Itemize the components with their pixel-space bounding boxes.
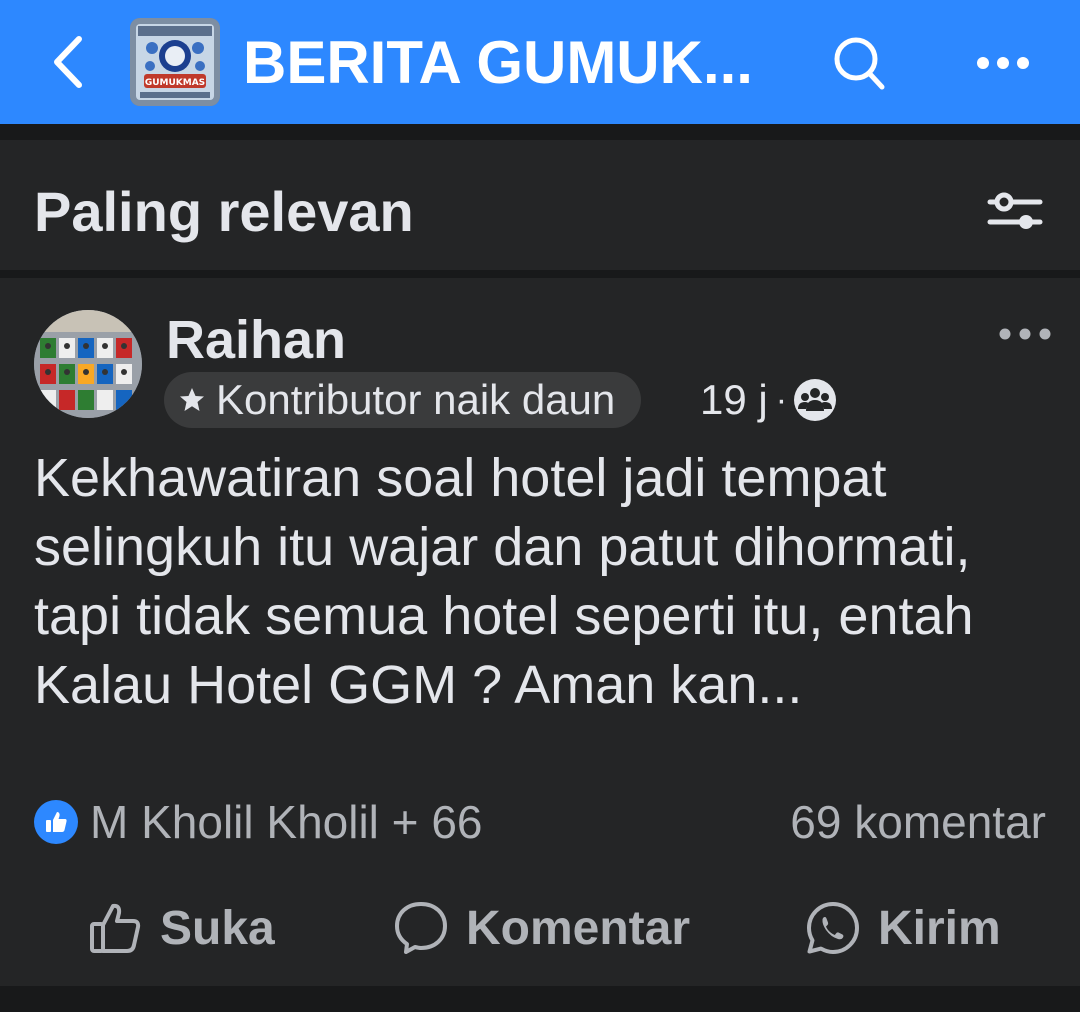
more-horizontal-icon [977,57,1029,69]
chevron-left-icon [54,36,82,88]
contributor-badge[interactable]: Kontributor naik daun [164,372,642,428]
avatar[interactable] [34,310,142,418]
top-app-bar: GUMUKMAS BERITA GUMUK... [0,0,1080,124]
filter-button[interactable] [980,184,1050,240]
group-thumbnail[interactable]: GUMUKMAS [130,18,220,106]
search-button[interactable] [826,30,892,96]
speech-bubble-icon [395,902,447,954]
post-card: Raihan Kontributor naik daun 19 j · Kekh… [0,278,1080,986]
send-button[interactable]: Kirim [804,888,1001,968]
more-options-button[interactable] [970,34,1036,92]
search-icon [834,37,885,90]
more-horizontal-icon [999,328,1051,340]
sliders-icon [987,192,1043,229]
comment-count[interactable]: 69 komentar [790,790,1046,854]
thumb-logo-text: GUMUKMAS [145,78,205,88]
meta-separator: · [775,380,788,419]
back-button[interactable] [36,24,100,100]
like-button[interactable]: Suka [88,888,275,968]
reactions-summary[interactable]: M Kholil Kholil + 66 [34,790,482,854]
group-icon [794,379,837,421]
group-title[interactable]: BERITA GUMUK... [243,28,753,98]
like-label: Suka [160,901,275,955]
like-reaction-badge [34,800,78,844]
star-icon [180,388,204,411]
whatsapp-icon [807,902,859,954]
comment-sort-bar: Paling relevan [0,140,1080,270]
thumbs-up-outline-icon [90,903,141,953]
comment-label: Komentar [466,901,691,955]
post-meta: 19 j · [700,372,837,428]
reactions-text: M Kholil Kholil + 66 [90,796,483,848]
thumbs-up-icon [46,812,67,832]
post-time[interactable]: 19 j [700,376,768,424]
divider [0,986,1080,1012]
divider [0,124,1080,140]
post-more-button[interactable] [990,314,1060,354]
sort-label[interactable]: Paling relevan [34,180,414,244]
post-body: Kekhawatiran soal hotel jadi tempat seli… [34,448,974,715]
author-name[interactable]: Raihan [166,308,346,372]
send-label: Kirim [878,901,1001,955]
comment-button[interactable]: Komentar [392,888,690,968]
post-actions: Suka Komentar Kirim [0,888,1080,968]
badge-label: Kontributor naik daun [216,376,616,423]
divider [0,270,1080,278]
